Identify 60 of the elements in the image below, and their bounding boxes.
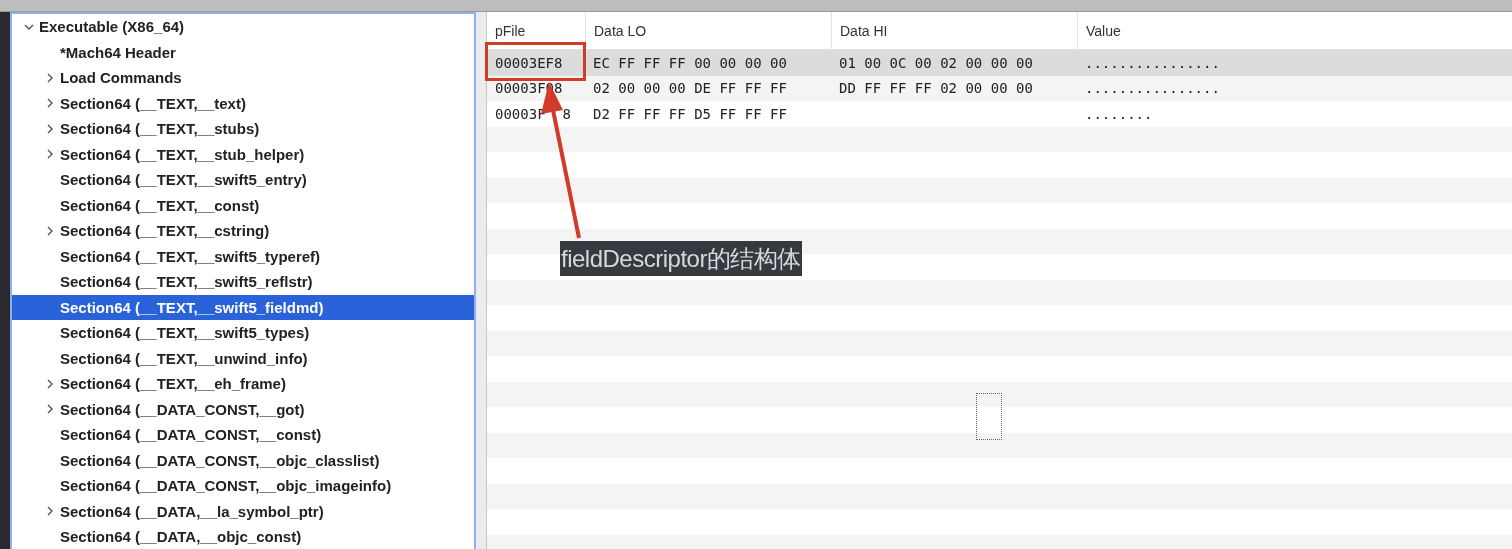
table-cell-text: 02 00 00 00 DE FF FF FF — [592, 80, 788, 97]
tree-item-label: Section64 (__DATA,__la_symbol_ptr) — [60, 502, 324, 520]
tree-item[interactable]: Load Commands — [12, 65, 474, 91]
annotation-label: fieldDescriptor的结构体 — [560, 241, 802, 276]
table-cell-text: DD FF FF FF 02 00 00 00 — [838, 80, 1034, 97]
column-header[interactable]: Data HI — [831, 12, 1077, 49]
table-cell-text: EC FF FF FF 00 00 00 00 — [592, 54, 788, 71]
tree-item[interactable]: Section64 (__TEXT,__stubs) — [12, 116, 474, 142]
tree-item[interactable]: Executable (X86_64) — [12, 14, 474, 40]
tree-item[interactable]: Section64 (__DATA_CONST,__objc_imageinfo) — [12, 473, 474, 499]
table-cell-text: ........ — [1084, 105, 1154, 122]
tree-item-label: Section64 (__DATA_CONST,__objc_classlist) — [60, 451, 380, 469]
column-header[interactable]: Value — [1077, 12, 1512, 49]
tree-item-label: Section64 (__DATA_CONST,__got) — [60, 400, 305, 418]
focus-rectangle — [976, 393, 1002, 440]
tree-item-label: Section64 (__TEXT,__const) — [60, 196, 260, 214]
table-cell-text: D2 FF FF FF D5 FF FF FF — [592, 105, 788, 122]
tree-item-label: Section64 (__DATA,__objc_const) — [60, 528, 302, 546]
table-row[interactable]: 00003EF8 EC FF FF FF 00 00 00 00 01 00 0C 00 02 00 00 00 ................ — [487, 50, 1512, 76]
column-header[interactable]: Data LO — [585, 12, 831, 49]
table-cell: 8 — [562, 105, 571, 122]
tree-item[interactable]: Section64 (__DATA,__la_symbol_ptr) — [12, 498, 474, 524]
tree-item[interactable]: Section64 (__DATA_CONST,__const) — [12, 422, 474, 448]
tree-item[interactable]: Section64 (__TEXT,__text) — [12, 90, 474, 116]
tree-item-label: Section64 (__DATA_CONST,__objc_imageinfo) — [60, 477, 392, 495]
tree-item[interactable]: Section64 (__TEXT,__swift5_types) — [12, 320, 474, 346]
tree-item[interactable]: Section64 (__TEXT,__swift5_reflstr) — [12, 269, 474, 295]
tree-item[interactable]: Section64 (__DATA_CONST,__objc_classlist) — [12, 447, 474, 473]
tree-item[interactable]: Section64 (__TEXT,__eh_frame) — [12, 371, 474, 397]
tree-item[interactable]: Section64 (__TEXT,__const) — [12, 192, 474, 218]
tree-item-label: Section64 (__TEXT,__swift5_types) — [60, 324, 310, 342]
tree-item-label: Section64 (__TEXT,__stub_helper) — [60, 145, 305, 163]
tree-item-label: Section64 (__TEXT,__swift5_typeref) — [60, 247, 321, 265]
tree-item[interactable]: *Mach64 Header — [12, 39, 474, 65]
tree-item-label: Section64 (__TEXT,__eh_frame) — [60, 375, 286, 393]
tree-item-label: *Mach64 Header — [60, 43, 176, 61]
tree-item-label: Section64 (__TEXT,__swift5_entry) — [60, 171, 307, 189]
table-cell-text: ................ — [1084, 80, 1221, 97]
column-header[interactable]: pFile — [487, 12, 585, 49]
tree-item-label: Executable (X86_64) — [39, 18, 185, 36]
tree-item-label: Section64 (__TEXT,__unwind_info) — [60, 349, 308, 367]
tree-item[interactable]: Section64 (__TEXT,__swift5_entry) — [12, 167, 474, 193]
tree-item[interactable]: Section64 (__TEXT,__cstring) — [12, 218, 474, 244]
tree-item-label: Section64 (__TEXT,__cstring) — [60, 222, 270, 240]
table-cell-text: 01 00 0C 00 02 00 00 00 — [838, 54, 1034, 71]
tree-item[interactable]: Section64 (__TEXT,__swift5_typeref) — [12, 243, 474, 269]
tree-item-label: Section64 (__TEXT,__text) — [60, 94, 246, 112]
tree-item[interactable]: Section64 (__TEXT,__unwind_info) — [12, 345, 474, 371]
tree-item[interactable]: Section64 (__DATA,__objc_const) — [12, 524, 474, 549]
tree-item-label: Section64 (__TEXT,__stubs) — [60, 120, 260, 138]
tree-item-label: Section64 (__TEXT,__swift5_fieldmd) — [60, 298, 324, 316]
table-cell-text: 00003EF8 — [494, 54, 564, 71]
table-cell-text: ................ — [1084, 54, 1221, 71]
tree-item-label: Load Commands — [60, 69, 182, 87]
tree-item-label: Section64 (__DATA_CONST,__const) — [60, 426, 322, 444]
tree-item[interactable]: Section64 (__DATA_CONST,__got) — [12, 396, 474, 422]
table-cell: 00003F — [495, 105, 546, 122]
tree-item[interactable]: Section64 (__TEXT,__swift5_fieldmd) — [12, 294, 474, 320]
tree-item[interactable]: Section64 (__TEXT,__stub_helper) — [12, 141, 474, 167]
tree-item-label: Section64 (__TEXT,__swift5_reflstr) — [60, 273, 313, 291]
